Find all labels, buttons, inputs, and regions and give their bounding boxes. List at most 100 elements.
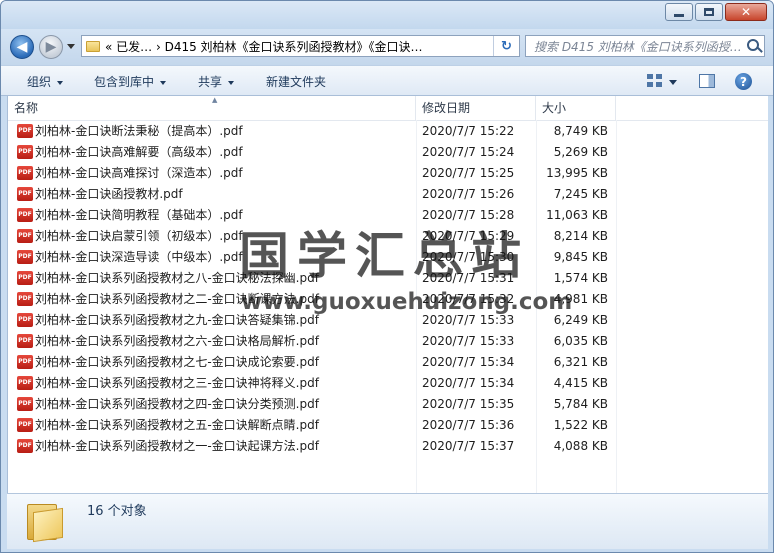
preview-pane-icon[interactable]: [699, 74, 715, 88]
forward-arrow-icon: ▶: [45, 39, 57, 55]
command-bar: 组织 包含到库中 共享 新建文件夹 ?: [1, 65, 773, 96]
pdf-file-icon: PDF: [17, 250, 33, 264]
back-button[interactable]: ◀: [10, 35, 34, 59]
include-in-library-button[interactable]: 包含到库中: [94, 73, 167, 90]
recent-pages-dropdown[interactable]: [67, 44, 75, 49]
file-name: 刘柏林-金口诀系列函授教材之五-金口诀解断点睛.pdf: [35, 418, 319, 432]
file-row[interactable]: PDF 刘柏林-金口诀系列函授教材之九-金口诀答疑集锦.pdf 2020/7/7 1…: [8, 310, 768, 331]
close-icon: ✕: [740, 5, 752, 19]
chevron-down-icon: [160, 80, 167, 85]
help-icon[interactable]: ?: [735, 73, 752, 90]
column-name-label: 名称: [14, 101, 39, 115]
file-size: 5,784 KB: [553, 397, 608, 411]
file-row[interactable]: PDF 刘柏林-金口诀简明教程（基础本）.pdf 2020/7/7 15:28 11,…: [8, 205, 768, 226]
file-size: 4,415 KB: [553, 376, 608, 390]
file-size: 8,749 KB: [553, 124, 608, 138]
pdf-file-icon: PDF: [17, 376, 33, 390]
pdf-file-icon: PDF: [17, 166, 33, 180]
file-name: 刘柏林-金口诀系列函授教材之七-金口诀成论索要.pdf: [35, 355, 319, 369]
new-folder-label: 新建文件夹: [266, 75, 327, 89]
folder-icon: [86, 40, 100, 52]
file-row[interactable]: PDF 刘柏林-金口诀系列函授教材之五-金口诀解断点睛.pdf 2020/7/7 1…: [8, 415, 768, 436]
pdf-file-icon: PDF: [17, 397, 33, 411]
help-glyph: ?: [740, 74, 747, 89]
column-size-header[interactable]: 大小: [536, 96, 616, 120]
file-list: 名称 ▲ 修改日期 大小 PDF 刘柏林-金口诀断法秉秘（提高本）.pdf 2020…: [7, 96, 768, 493]
pdf-file-icon: PDF: [17, 334, 33, 348]
file-name: 刘柏林-金口诀系列函授教材之八-金口诀秘法探幽.pdf: [35, 271, 319, 285]
file-date: 2020/7/7 15:37: [422, 439, 515, 453]
file-date: 2020/7/7 15:25: [422, 166, 515, 180]
address-path[interactable]: « 已发… › D415 刘柏林《金口诀系列函授教材》《金口诀…: [105, 38, 501, 55]
close-button[interactable]: ✕: [725, 3, 767, 21]
back-arrow-icon: ◀: [16, 39, 28, 55]
chevron-down-icon: [57, 80, 64, 85]
address-bar[interactable]: « 已发… › D415 刘柏林《金口诀系列函授教材》《金口诀…: [81, 35, 520, 57]
column-date-label: 修改日期: [422, 101, 471, 115]
file-row[interactable]: PDF 刘柏林-金口诀函授教材.pdf 2020/7/7 15:26 7,245 KB: [8, 184, 768, 205]
share-button[interactable]: 共享: [198, 73, 235, 90]
file-row[interactable]: PDF 刘柏林-金口诀系列函授教材之七-金口诀成论索要.pdf 2020/7/7 1…: [8, 352, 768, 373]
pdf-file-icon: PDF: [17, 208, 33, 222]
file-size: 5,269 KB: [553, 145, 608, 159]
refresh-button[interactable]: ↻: [493, 36, 519, 56]
file-date: 2020/7/7 15:24: [422, 145, 515, 159]
file-row[interactable]: PDF 刘柏林-金口诀高难探讨（深造本）.pdf 2020/7/7 15:25 13,…: [8, 163, 768, 184]
file-row[interactable]: PDF 刘柏林-金口诀系列函授教材之八-金口诀秘法探幽.pdf 2020/7/7 1…: [8, 268, 768, 289]
file-row[interactable]: PDF 刘柏林-金口诀高难解要（高级本）.pdf 2020/7/7 15:24 5,2…: [8, 142, 768, 163]
file-name: 刘柏林-金口诀系列函授教材之一-金口诀起课方法.pdf: [35, 439, 319, 453]
pdf-file-icon: PDF: [17, 418, 33, 432]
maximize-button[interactable]: [695, 3, 723, 21]
navigation-bar: ◀ ▶ « 已发… › D415 刘柏林《金口诀系列函授教材》《金口诀… ↻ 搜…: [1, 29, 773, 65]
column-date-header[interactable]: 修改日期: [416, 96, 536, 120]
pdf-file-icon: PDF: [17, 124, 33, 138]
column-header: 名称 ▲ 修改日期 大小: [8, 96, 768, 121]
file-row[interactable]: PDF 刘柏林-金口诀断法秉秘（提高本）.pdf 2020/7/7 15:22 8,7…: [8, 121, 768, 142]
file-size: 4,088 KB: [553, 439, 608, 453]
file-name: 刘柏林-金口诀高难解要（高级本）.pdf: [35, 145, 243, 159]
column-size-label: 大小: [542, 101, 567, 115]
refresh-icon: ↻: [501, 38, 512, 54]
file-row[interactable]: PDF 刘柏林-金口诀系列函授教材之三-金口诀神将释义.pdf 2020/7/7 1…: [8, 373, 768, 394]
caption-buttons: ✕: [663, 3, 767, 21]
file-name: 刘柏林-金口诀高难探讨（深造本）.pdf: [35, 166, 243, 180]
forward-button[interactable]: ▶: [39, 35, 63, 59]
search-box[interactable]: 搜索 D415 刘柏林《金口诀系列函授…: [525, 35, 765, 57]
file-size: 11,063 KB: [546, 208, 608, 222]
sort-ascending-icon: ▲: [212, 96, 218, 104]
file-name: 刘柏林-金口诀系列函授教材之三-金口诀神将释义.pdf: [35, 376, 319, 390]
file-row[interactable]: PDF 刘柏林-金口诀系列函授教材之四-金口诀分类预测.pdf 2020/7/7 1…: [8, 394, 768, 415]
file-date: 2020/7/7 15:34: [422, 376, 515, 390]
explorer-window: ✕ ◀ ▶ « 已发… › D415 刘柏林《金口诀系列函授教材》《金口诀… ↻…: [0, 0, 774, 553]
file-name: 刘柏林-金口诀系列函授教材之四-金口诀分类预测.pdf: [35, 397, 319, 411]
file-row[interactable]: PDF 刘柏林-金口诀启蒙引领（初级本）.pdf 2020/7/7 15:29 8,2…: [8, 226, 768, 247]
maximize-icon: [704, 8, 714, 16]
new-folder-button[interactable]: 新建文件夹: [266, 73, 326, 90]
view-options-dropdown[interactable]: [669, 80, 677, 85]
search-input[interactable]: 搜索 D415 刘柏林《金口诀系列函授…: [526, 38, 744, 55]
details-pane: 16 个对象: [7, 493, 768, 549]
file-size: 6,321 KB: [553, 355, 608, 369]
change-view-icon[interactable]: [647, 74, 663, 88]
pdf-file-icon: PDF: [17, 145, 33, 159]
file-name: 刘柏林-金口诀系列函授教材之九-金口诀答疑集锦.pdf: [35, 313, 319, 327]
file-name: 刘柏林-金口诀函授教材.pdf: [35, 187, 183, 201]
pdf-file-icon: PDF: [17, 355, 33, 369]
file-date: 2020/7/7 15:36: [422, 418, 515, 432]
organize-button[interactable]: 组织: [27, 73, 64, 90]
pdf-file-icon: PDF: [17, 439, 33, 453]
file-date: 2020/7/7 15:28: [422, 208, 515, 222]
folder-icon: [27, 500, 63, 543]
file-row[interactable]: PDF 刘柏林-金口诀深造导读（中级本）.pdf 2020/7/7 15:30 9,8…: [8, 247, 768, 268]
file-date: 2020/7/7 15:22: [422, 124, 515, 138]
file-row[interactable]: PDF 刘柏林-金口诀系列函授教材之二-金口诀断课方法.pdf 2020/7/7 1…: [8, 289, 768, 310]
file-date: 2020/7/7 15:35: [422, 397, 515, 411]
organize-label: 组织: [27, 75, 52, 89]
file-row[interactable]: PDF 刘柏林-金口诀系列函授教材之一-金口诀起课方法.pdf 2020/7/7 1…: [8, 436, 768, 457]
search-icon[interactable]: [744, 36, 764, 56]
file-size: 6,249 KB: [553, 313, 608, 327]
file-name: 刘柏林-金口诀断法秉秘（提高本）.pdf: [35, 124, 243, 138]
minimize-button[interactable]: [665, 3, 693, 21]
file-date: 2020/7/7 15:31: [422, 271, 515, 285]
file-row[interactable]: PDF 刘柏林-金口诀系列函授教材之六-金口诀格局解析.pdf 2020/7/7 1…: [8, 331, 768, 352]
